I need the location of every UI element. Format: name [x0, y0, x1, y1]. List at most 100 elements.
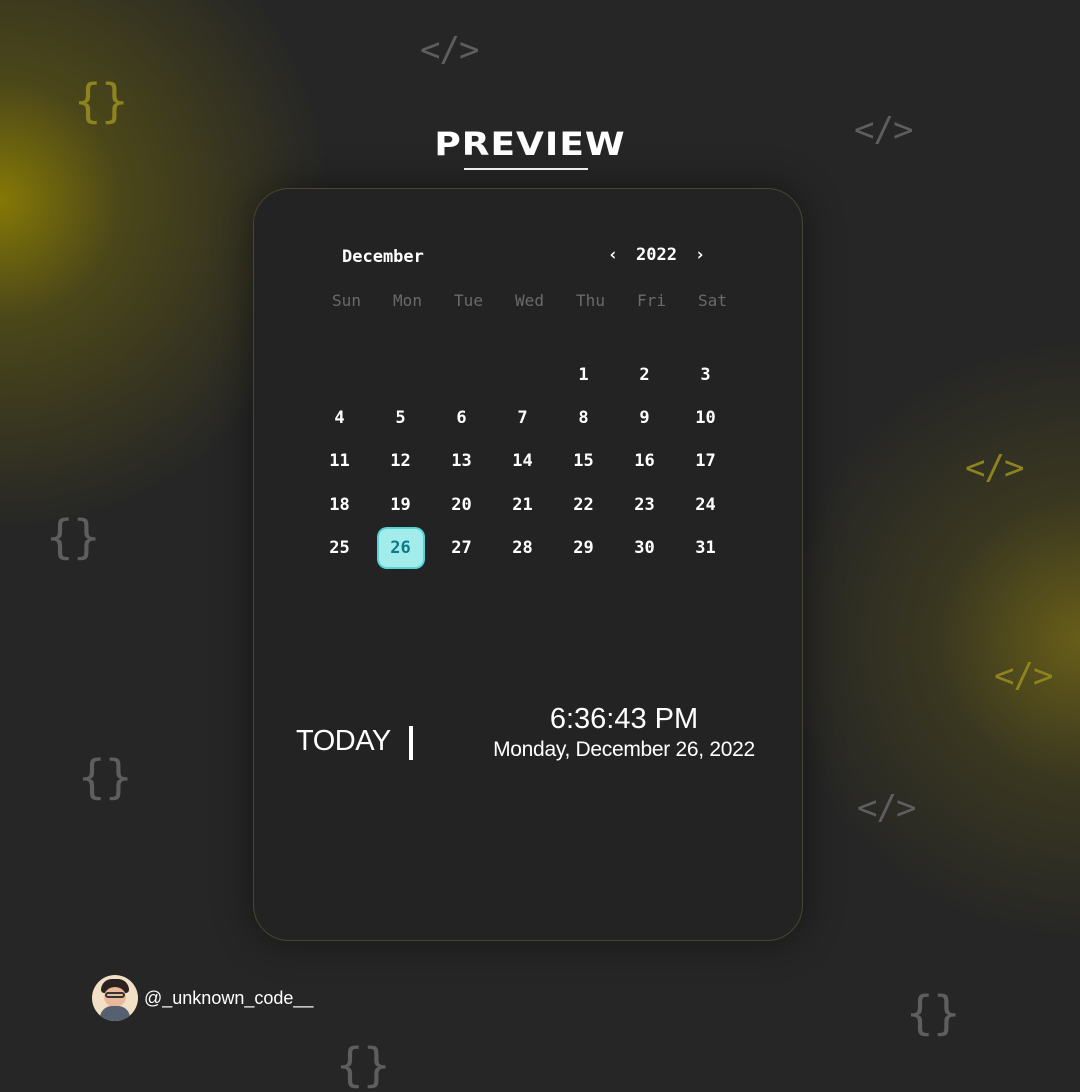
- day-cell[interactable]: 27: [431, 526, 492, 569]
- day-cell[interactable]: 4: [309, 396, 370, 439]
- empty-day-cell: [370, 353, 431, 396]
- day-cell[interactable]: 31: [675, 526, 736, 569]
- weekday-header: Sun Mon Tue Wed Thu Fri Sat: [316, 291, 743, 310]
- day-number: 23: [634, 494, 655, 515]
- day-number: 16: [634, 451, 655, 472]
- day-cell[interactable]: 30: [614, 526, 675, 569]
- day-number: 15: [573, 451, 594, 472]
- day-number: 17: [695, 451, 716, 472]
- day-cell[interactable]: 10: [675, 396, 736, 439]
- day-number: 13: [451, 451, 472, 472]
- day-number: 8: [578, 407, 589, 428]
- day-cell[interactable]: 7: [492, 396, 553, 439]
- empty-day-cell: [492, 353, 553, 396]
- author-credit: @_unknown_code__: [92, 975, 313, 1021]
- day-cell[interactable]: 24: [675, 483, 736, 526]
- weekday-label: Fri: [637, 291, 666, 310]
- day-number: 1: [578, 364, 589, 385]
- day-cell[interactable]: 1: [553, 353, 614, 396]
- day-cell[interactable]: 2: [614, 353, 675, 396]
- day-number: 5: [395, 407, 406, 428]
- day-cell[interactable]: 13: [431, 440, 492, 483]
- avatar: [92, 975, 138, 1021]
- weekday-label: Sat: [698, 291, 727, 310]
- month-label: December: [342, 247, 424, 267]
- clock: 6:36:43 PM Monday, December 26, 2022: [464, 701, 784, 763]
- code-tag-icon: </>: [965, 448, 1024, 488]
- title-underline: [464, 168, 588, 170]
- curly-braces-icon: {}: [46, 510, 100, 564]
- day-number: 2: [639, 364, 650, 385]
- day-cell[interactable]: 25: [309, 526, 370, 569]
- day-cell[interactable]: 19: [370, 483, 431, 526]
- day-number: 28: [512, 537, 533, 558]
- day-cell[interactable]: 5: [370, 396, 431, 439]
- empty-day-cell: [309, 353, 370, 396]
- code-tag-icon: </>: [994, 656, 1053, 696]
- weekday-label: Mon: [393, 291, 422, 310]
- chevron-right-icon[interactable]: ›: [689, 245, 711, 265]
- day-cell[interactable]: 16: [614, 440, 675, 483]
- day-number: 11: [329, 451, 350, 472]
- day-number: 20: [451, 494, 472, 515]
- day-cell[interactable]: 15: [553, 440, 614, 483]
- day-cell[interactable]: 12: [370, 440, 431, 483]
- day-number: 14: [512, 451, 533, 472]
- day-cell-today[interactable]: 26: [370, 526, 431, 569]
- day-number: 4: [334, 407, 345, 428]
- curly-braces-icon: {}: [906, 986, 960, 1040]
- weekday-label: Tue: [454, 291, 483, 310]
- day-cell[interactable]: 3: [675, 353, 736, 396]
- day-number: 27: [451, 537, 472, 558]
- day-number: 6: [456, 407, 467, 428]
- curly-braces-icon: {}: [336, 1038, 390, 1092]
- day-number: 22: [573, 494, 594, 515]
- day-number: 26: [378, 528, 423, 567]
- day-cell[interactable]: 9: [614, 396, 675, 439]
- code-tag-icon: </>: [420, 30, 479, 70]
- day-number: 30: [634, 537, 655, 558]
- year-label: 2022: [636, 245, 677, 265]
- curly-braces-icon: {}: [78, 750, 132, 804]
- current-date: Monday, December 26, 2022: [493, 738, 755, 761]
- weekday-label: Wed: [515, 291, 544, 310]
- day-number: 19: [390, 494, 411, 515]
- day-cell[interactable]: 28: [492, 526, 553, 569]
- day-cell[interactable]: 6: [431, 396, 492, 439]
- today-label: TODAY: [296, 725, 391, 757]
- day-number: 29: [573, 537, 594, 558]
- day-number: 9: [639, 407, 650, 428]
- calendar-card: December ‹ 2022 › Sun Mon Tue Wed Thu Fri Sat …: [253, 188, 803, 941]
- empty-day-cell: [431, 353, 492, 396]
- day-number: 31: [695, 537, 716, 558]
- day-cell[interactable]: 29: [553, 526, 614, 569]
- divider: [409, 726, 413, 760]
- day-number: 18: [329, 494, 350, 515]
- day-cell[interactable]: 21: [492, 483, 553, 526]
- author-handle: @_unknown_code__: [144, 987, 314, 1008]
- day-number: 12: [390, 451, 411, 472]
- day-cell[interactable]: 14: [492, 440, 553, 483]
- day-number: 3: [700, 364, 711, 385]
- day-number: 21: [512, 494, 533, 515]
- page-title: PREVIEW: [434, 126, 626, 163]
- day-cell[interactable]: 17: [675, 440, 736, 483]
- year-navigation: ‹ 2022 ›: [602, 245, 711, 265]
- day-cell[interactable]: 8: [553, 396, 614, 439]
- day-number: 25: [329, 537, 350, 558]
- day-cell[interactable]: 22: [553, 483, 614, 526]
- code-tag-icon: </>: [857, 788, 916, 828]
- days-grid: 1 2 3 4 5 6 7 8 9 10 11 12 13 14 15 16 17 18 19 20 21 22 23 24 2…: [309, 353, 736, 569]
- day-number: 7: [517, 407, 528, 428]
- day-number: 10: [695, 407, 716, 428]
- day-cell[interactable]: 20: [431, 483, 492, 526]
- day-cell[interactable]: 18: [309, 483, 370, 526]
- day-cell[interactable]: 11: [309, 440, 370, 483]
- chevron-left-icon[interactable]: ‹: [602, 245, 624, 265]
- weekday-label: Sun: [332, 291, 361, 310]
- day-cell[interactable]: 23: [614, 483, 675, 526]
- curly-braces-icon: {}: [74, 74, 128, 128]
- day-number: 24: [695, 494, 716, 515]
- weekday-label: Thu: [576, 291, 605, 310]
- current-time: 6:36:43 PM: [549, 703, 699, 735]
